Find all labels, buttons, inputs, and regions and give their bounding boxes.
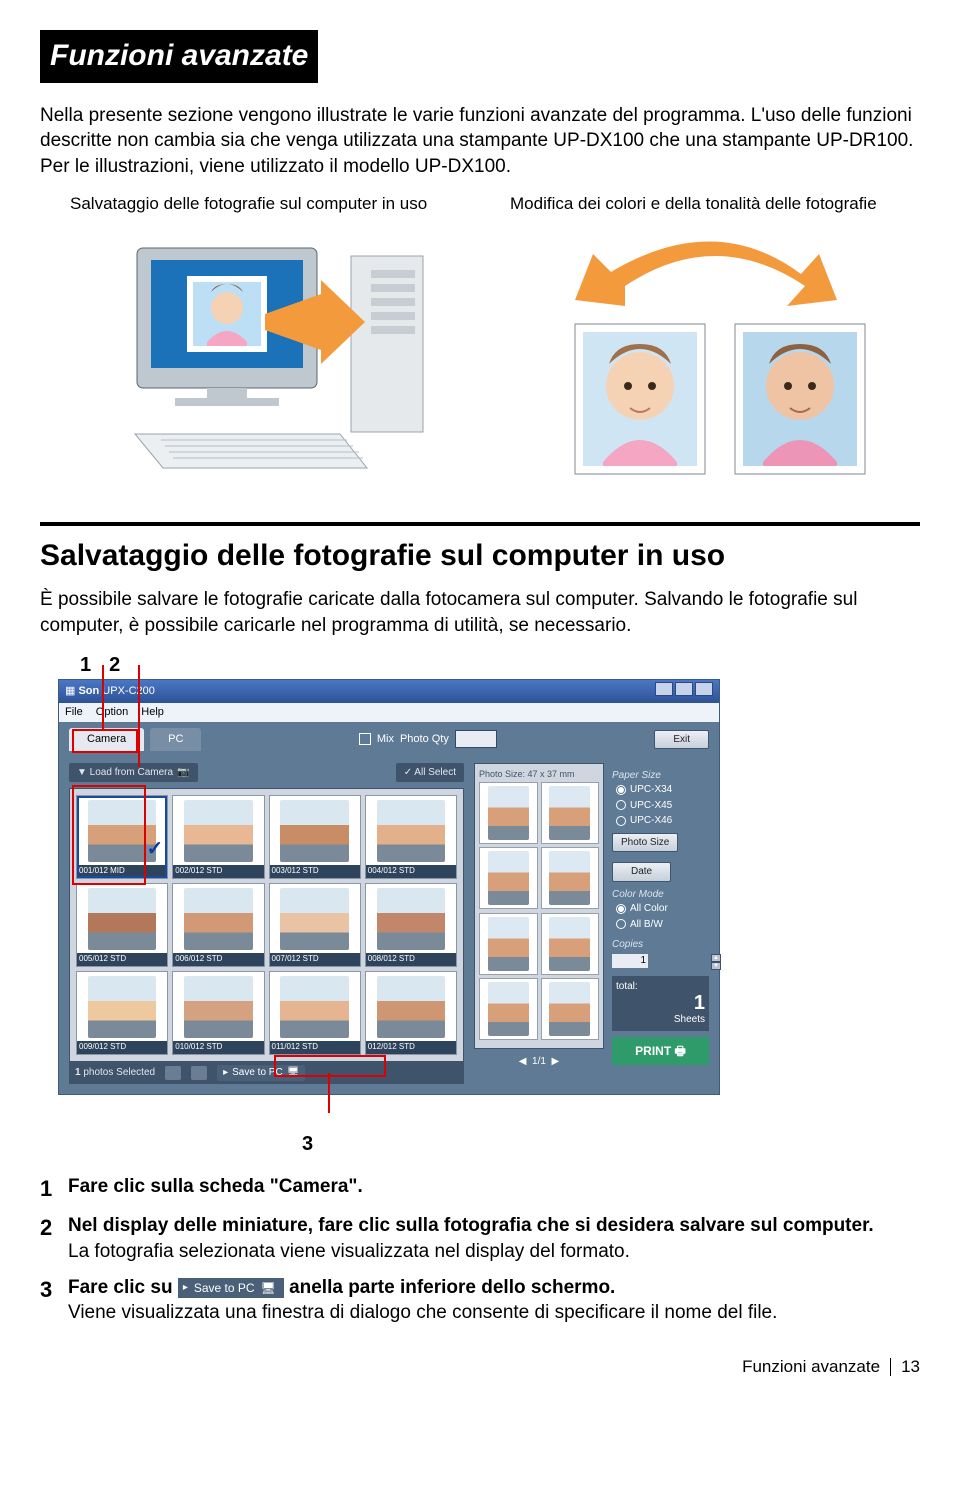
divider [40, 522, 920, 526]
photo-size-button[interactable]: Photo Size [612, 833, 678, 853]
pc-icon: 🖥 [261, 1280, 276, 1296]
mix-label: Mix [377, 732, 394, 747]
thumbnail[interactable]: 003/012 STD [269, 795, 361, 879]
col-left-caption: Salvataggio delle fotografie sul compute… [70, 193, 480, 216]
pager[interactable]: ◀ 1/1 ▶ [474, 1055, 604, 1069]
step-number: 3 [40, 1275, 58, 1326]
app-icon: ▦ [65, 685, 78, 697]
photo-qty-label: Photo Qty [400, 732, 449, 747]
color-mode-label: Color Mode [612, 888, 709, 902]
preview-panel: Photo Size: 47 x 37 mm [474, 763, 604, 1049]
load-from-camera-button[interactable]: ▼ Load from Camera📷 [69, 763, 198, 783]
page-footer: Funzioni avanzate13 [40, 1356, 920, 1379]
preview-thumbnail [541, 978, 600, 1040]
thumbnail[interactable]: 002/012 STD [172, 795, 264, 879]
intro-paragraph: Nella presente sezione vengono illustrat… [40, 103, 920, 180]
heading-save-photos: Salvataggio delle fotografie sul compute… [40, 536, 920, 577]
body-paragraph: È possibile salvare le fotografie carica… [40, 587, 920, 638]
thumbnail[interactable]: 006/012 STD [172, 883, 264, 967]
paper-size-option[interactable]: UPC-X46 [616, 813, 709, 829]
menu-help: Help [141, 706, 164, 718]
step-2-lead: Nel display delle miniature, fare clic s… [68, 1215, 874, 1236]
paper-size-option[interactable]: UPC-X45 [616, 798, 709, 814]
all-select-button[interactable]: ✓ All Select [396, 763, 464, 783]
callout-markers-top: 12 [80, 652, 920, 679]
bottom-bar: 1 photos Selected ▸ Save to PC 🖥 [69, 1062, 464, 1084]
paper-size-option[interactable]: UPC-X34 [616, 782, 709, 798]
illustration-color-adjust [510, 216, 920, 496]
app-window: ▦ Son UPX-C200 File Option Help Camera P… [58, 679, 720, 1095]
menu-option: Option [96, 706, 128, 718]
trash-icon[interactable] [191, 1066, 207, 1080]
illustration-computer [70, 216, 480, 496]
thumbnail[interactable]: 004/012 STD [365, 795, 457, 879]
copies-stepper[interactable]: ▲▼ [711, 954, 721, 968]
step-3-lead-b: anella parte inferiore dello schermo. [289, 1277, 615, 1298]
printer-icon: 🖶 [675, 1044, 686, 1058]
thumbnail[interactable]: 010/012 STD [172, 971, 264, 1055]
date-button[interactable]: Date [612, 862, 671, 882]
callout-3: 3 [302, 1131, 920, 1158]
camera-icon: 📷 [177, 766, 189, 780]
menubar[interactable]: File Option Help [59, 703, 719, 722]
total-box: total: 1 Sheets [612, 976, 709, 1031]
app-screenshot: ▦ Son UPX-C200 File Option Help Camera P… [58, 679, 718, 1095]
thumbnail[interactable]: 011/012 STD [269, 971, 361, 1055]
color-mode-option[interactable]: All Color [616, 901, 709, 917]
thumbnail[interactable]: 005/012 STD [76, 883, 168, 967]
col-right-caption: Modifica dei colori e della tonalità del… [510, 193, 920, 216]
copies-label: Copies [612, 938, 709, 952]
section-title: Funzioni avanzate [40, 30, 318, 83]
step-3-body: Viene visualizzata una finestra di dialo… [68, 1302, 777, 1323]
illustration-row: Salvataggio delle fotografie sul compute… [70, 193, 920, 496]
thumbnail[interactable]: 009/012 STD [76, 971, 168, 1055]
thumbnail[interactable]: 007/012 STD [269, 883, 361, 967]
preview-thumbnail [541, 913, 600, 975]
step-3-lead-a: Fare clic su [68, 1277, 178, 1298]
exit-button[interactable]: Exit [654, 730, 709, 750]
preview-thumbnail [479, 782, 538, 844]
step-2-body: La fotografia selezionata viene visualiz… [68, 1241, 630, 1262]
photo-qty-input[interactable] [455, 730, 497, 748]
titlebar: ▦ Son UPX-C200 [59, 680, 719, 703]
print-button[interactable]: PRINT 🖶 [612, 1037, 709, 1065]
window-buttons[interactable] [653, 682, 713, 701]
preview-thumbnail [541, 782, 600, 844]
step-number: 2 [40, 1213, 58, 1264]
step-1-text: Fare clic sulla scheda "Camera". [68, 1176, 363, 1197]
inline-save-to-pc-button: Save to PC🖥 [178, 1278, 284, 1298]
step-number: 1 [40, 1174, 58, 1204]
preview-title: Photo Size: 47 x 37 mm [479, 768, 599, 780]
thumbnail[interactable]: 012/012 STD [365, 971, 457, 1055]
preview-thumbnail [479, 913, 538, 975]
key-icon[interactable] [165, 1066, 181, 1080]
tab-pc[interactable]: PC [150, 728, 201, 751]
preview-thumbnail [541, 847, 600, 909]
steps-list: 1 Fare clic sulla scheda "Camera". 2 Nel… [40, 1174, 920, 1326]
thumbnail[interactable]: 008/012 STD [365, 883, 457, 967]
preview-thumbnail [479, 847, 538, 909]
top-toolbar: Camera PC Mix Photo Qty Exit [59, 722, 719, 757]
copies-input[interactable]: 1 [612, 954, 648, 968]
preview-thumbnail [479, 978, 538, 1040]
menu-file: File [65, 706, 83, 718]
mix-checkbox[interactable] [359, 733, 371, 745]
paper-size-label: Paper Size [612, 769, 709, 783]
color-mode-option[interactable]: All B/W [616, 917, 709, 933]
